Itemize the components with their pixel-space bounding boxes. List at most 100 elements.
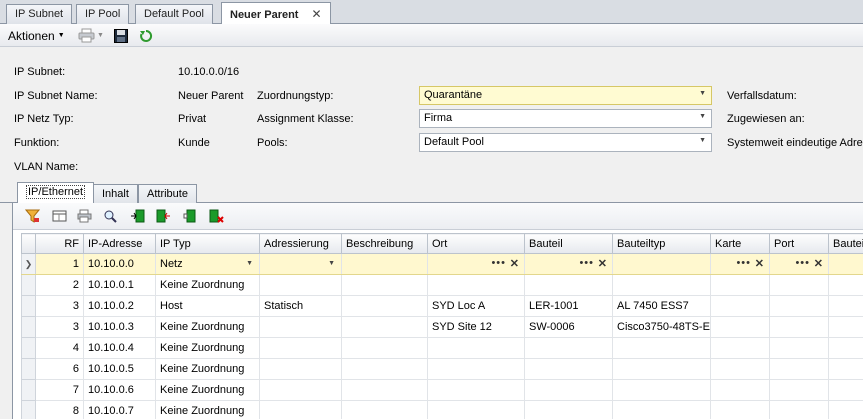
column-header-beschreibung[interactable]: Beschreibung: [341, 233, 428, 254]
cell-beschreibung[interactable]: [341, 316, 428, 338]
cell-port[interactable]: [769, 295, 829, 317]
table-row[interactable]: ❯ 1 10.10.0.0 Netz ▼ ▼ ••• ✕ ••• ✕ ••• ✕ •••…: [21, 253, 863, 275]
row-selector[interactable]: [21, 295, 36, 317]
cell-bauteiltyp[interactable]: [612, 379, 711, 401]
search-icon[interactable]: [103, 209, 118, 223]
cell-ort[interactable]: [427, 400, 525, 419]
cell-ip-adresse[interactable]: 10.10.0.5: [83, 358, 156, 380]
cell-bauteil-2[interactable]: [828, 358, 863, 380]
cell-karte[interactable]: [710, 358, 770, 380]
cell-bauteiltyp[interactable]: [612, 274, 711, 296]
cell-rf[interactable]: 8: [35, 400, 84, 419]
table-row[interactable]: 8 10.10.0.7 Keine Zuordnung: [21, 400, 863, 419]
column-header-adressierung[interactable]: Adressierung: [259, 233, 342, 254]
cell-bauteil-2[interactable]: [828, 295, 863, 317]
cell-bauteil-2[interactable]: [828, 274, 863, 296]
table-row[interactable]: 3 10.10.0.2 Host Statisch SYD Loc A LER-…: [21, 295, 863, 317]
print-icon[interactable]: [77, 209, 92, 223]
tab-default-pool[interactable]: Default Pool: [135, 4, 213, 24]
pools-select[interactable]: Default Pool ▼: [419, 133, 712, 152]
cell-bauteil-2[interactable]: [828, 253, 863, 275]
cell-bauteiltyp[interactable]: Cisco3750-48TS-E: [612, 316, 711, 338]
cell-bauteil[interactable]: [524, 379, 613, 401]
tab-attribute[interactable]: Attribute: [138, 184, 197, 203]
cell-ip-adresse[interactable]: 10.10.0.4: [83, 337, 156, 359]
export-icon[interactable]: [130, 209, 145, 223]
cell-ort[interactable]: ••• ✕: [427, 253, 525, 275]
column-header-karte[interactable]: Karte: [710, 233, 770, 254]
cell-ip-adresse[interactable]: 10.10.0.7: [83, 400, 156, 419]
table-row[interactable]: 3 10.10.0.3 Keine Zuordnung SYD Site 12 …: [21, 316, 863, 338]
tab-neuer-parent[interactable]: Neuer Parent ✕: [221, 2, 331, 25]
cell-rf[interactable]: 1: [35, 253, 84, 275]
cell-ip-typ[interactable]: Keine Zuordnung: [155, 400, 260, 419]
cell-bauteiltyp[interactable]: AL 7450 ESS7: [612, 295, 711, 317]
import-icon[interactable]: [156, 209, 171, 223]
tab-ip-pool[interactable]: IP Pool: [76, 4, 130, 24]
close-icon[interactable]: ✕: [312, 7, 322, 21]
cell-ip-typ[interactable]: Keine Zuordnung: [155, 379, 260, 401]
tab-ip-subnet[interactable]: IP Subnet: [6, 4, 73, 24]
cell-beschreibung[interactable]: [341, 400, 428, 419]
cell-karte[interactable]: [710, 316, 770, 338]
cell-rf[interactable]: 6: [35, 358, 84, 380]
cell-adressierung[interactable]: Statisch: [259, 295, 342, 317]
cell-ip-typ[interactable]: Keine Zuordnung: [155, 274, 260, 296]
ellipsis-icon[interactable]: •••: [736, 257, 751, 269]
column-chooser-icon[interactable]: [52, 209, 67, 223]
tab-ip-ethernet[interactable]: IP/Ethernet: [17, 182, 95, 204]
cell-ip-typ[interactable]: Netz ▼: [155, 253, 260, 275]
cell-bauteil[interactable]: SW-0006: [524, 316, 613, 338]
cell-ort[interactable]: SYD Loc A: [427, 295, 525, 317]
ellipsis-icon[interactable]: •••: [579, 257, 594, 269]
cell-bauteil[interactable]: [524, 274, 613, 296]
cell-bauteil[interactable]: LER-1001: [524, 295, 613, 317]
cell-bauteil[interactable]: [524, 358, 613, 380]
ellipsis-icon[interactable]: •••: [491, 257, 506, 269]
column-header-ip-typ[interactable]: IP Typ: [155, 233, 260, 254]
zuordnungstyp-select[interactable]: Quarantäne ▼: [419, 86, 712, 105]
column-header-ip-adresse[interactable]: IP-Adresse: [83, 233, 156, 254]
cell-rf[interactable]: 3: [35, 295, 84, 317]
row-selector[interactable]: [21, 337, 36, 359]
cell-adressierung[interactable]: [259, 358, 342, 380]
cell-bauteil-2[interactable]: [828, 337, 863, 359]
cell-port[interactable]: [769, 400, 829, 419]
cell-adressierung[interactable]: [259, 379, 342, 401]
cell-bauteiltyp[interactable]: [612, 400, 711, 419]
row-selector[interactable]: [21, 400, 36, 419]
print-button[interactable]: ▼: [78, 27, 104, 44]
cell-adressierung[interactable]: ▼: [259, 253, 342, 275]
cell-port[interactable]: [769, 337, 829, 359]
cell-karte[interactable]: [710, 295, 770, 317]
actions-menu[interactable]: Aktionen ▼: [4, 27, 69, 44]
cell-beschreibung[interactable]: [341, 337, 428, 359]
cell-port[interactable]: [769, 316, 829, 338]
cell-ip-adresse[interactable]: 10.10.0.1: [83, 274, 156, 296]
table-row[interactable]: 4 10.10.0.4 Keine Zuordnung: [21, 337, 863, 359]
row-selector[interactable]: [21, 379, 36, 401]
row-selector[interactable]: [21, 316, 36, 338]
close-icon[interactable]: ✕: [755, 257, 764, 270]
cell-ip-adresse[interactable]: 10.10.0.2: [83, 295, 156, 317]
column-header-port[interactable]: Port: [769, 233, 829, 254]
cell-port[interactable]: [769, 379, 829, 401]
cell-bauteil[interactable]: [524, 337, 613, 359]
cell-beschreibung[interactable]: [341, 253, 428, 275]
tab-inhalt[interactable]: Inhalt: [93, 184, 138, 203]
cell-karte[interactable]: [710, 337, 770, 359]
cell-adressierung[interactable]: [259, 337, 342, 359]
assignment-klasse-select[interactable]: Firma ▼: [419, 109, 712, 128]
row-selector[interactable]: [21, 358, 36, 380]
cell-ort[interactable]: [427, 337, 525, 359]
column-header-bauteil-2[interactable]: Bauteil: [828, 233, 863, 254]
cell-bauteil-2[interactable]: [828, 400, 863, 419]
cell-adressierung[interactable]: [259, 274, 342, 296]
column-header-bauteil[interactable]: Bauteil: [524, 233, 613, 254]
table-row[interactable]: 7 10.10.0.6 Keine Zuordnung: [21, 379, 863, 401]
cell-karte[interactable]: [710, 274, 770, 296]
cell-ort[interactable]: [427, 379, 525, 401]
row-indicator-icon[interactable]: ❯: [21, 253, 36, 275]
cell-bauteil-2[interactable]: [828, 379, 863, 401]
cell-port[interactable]: [769, 358, 829, 380]
